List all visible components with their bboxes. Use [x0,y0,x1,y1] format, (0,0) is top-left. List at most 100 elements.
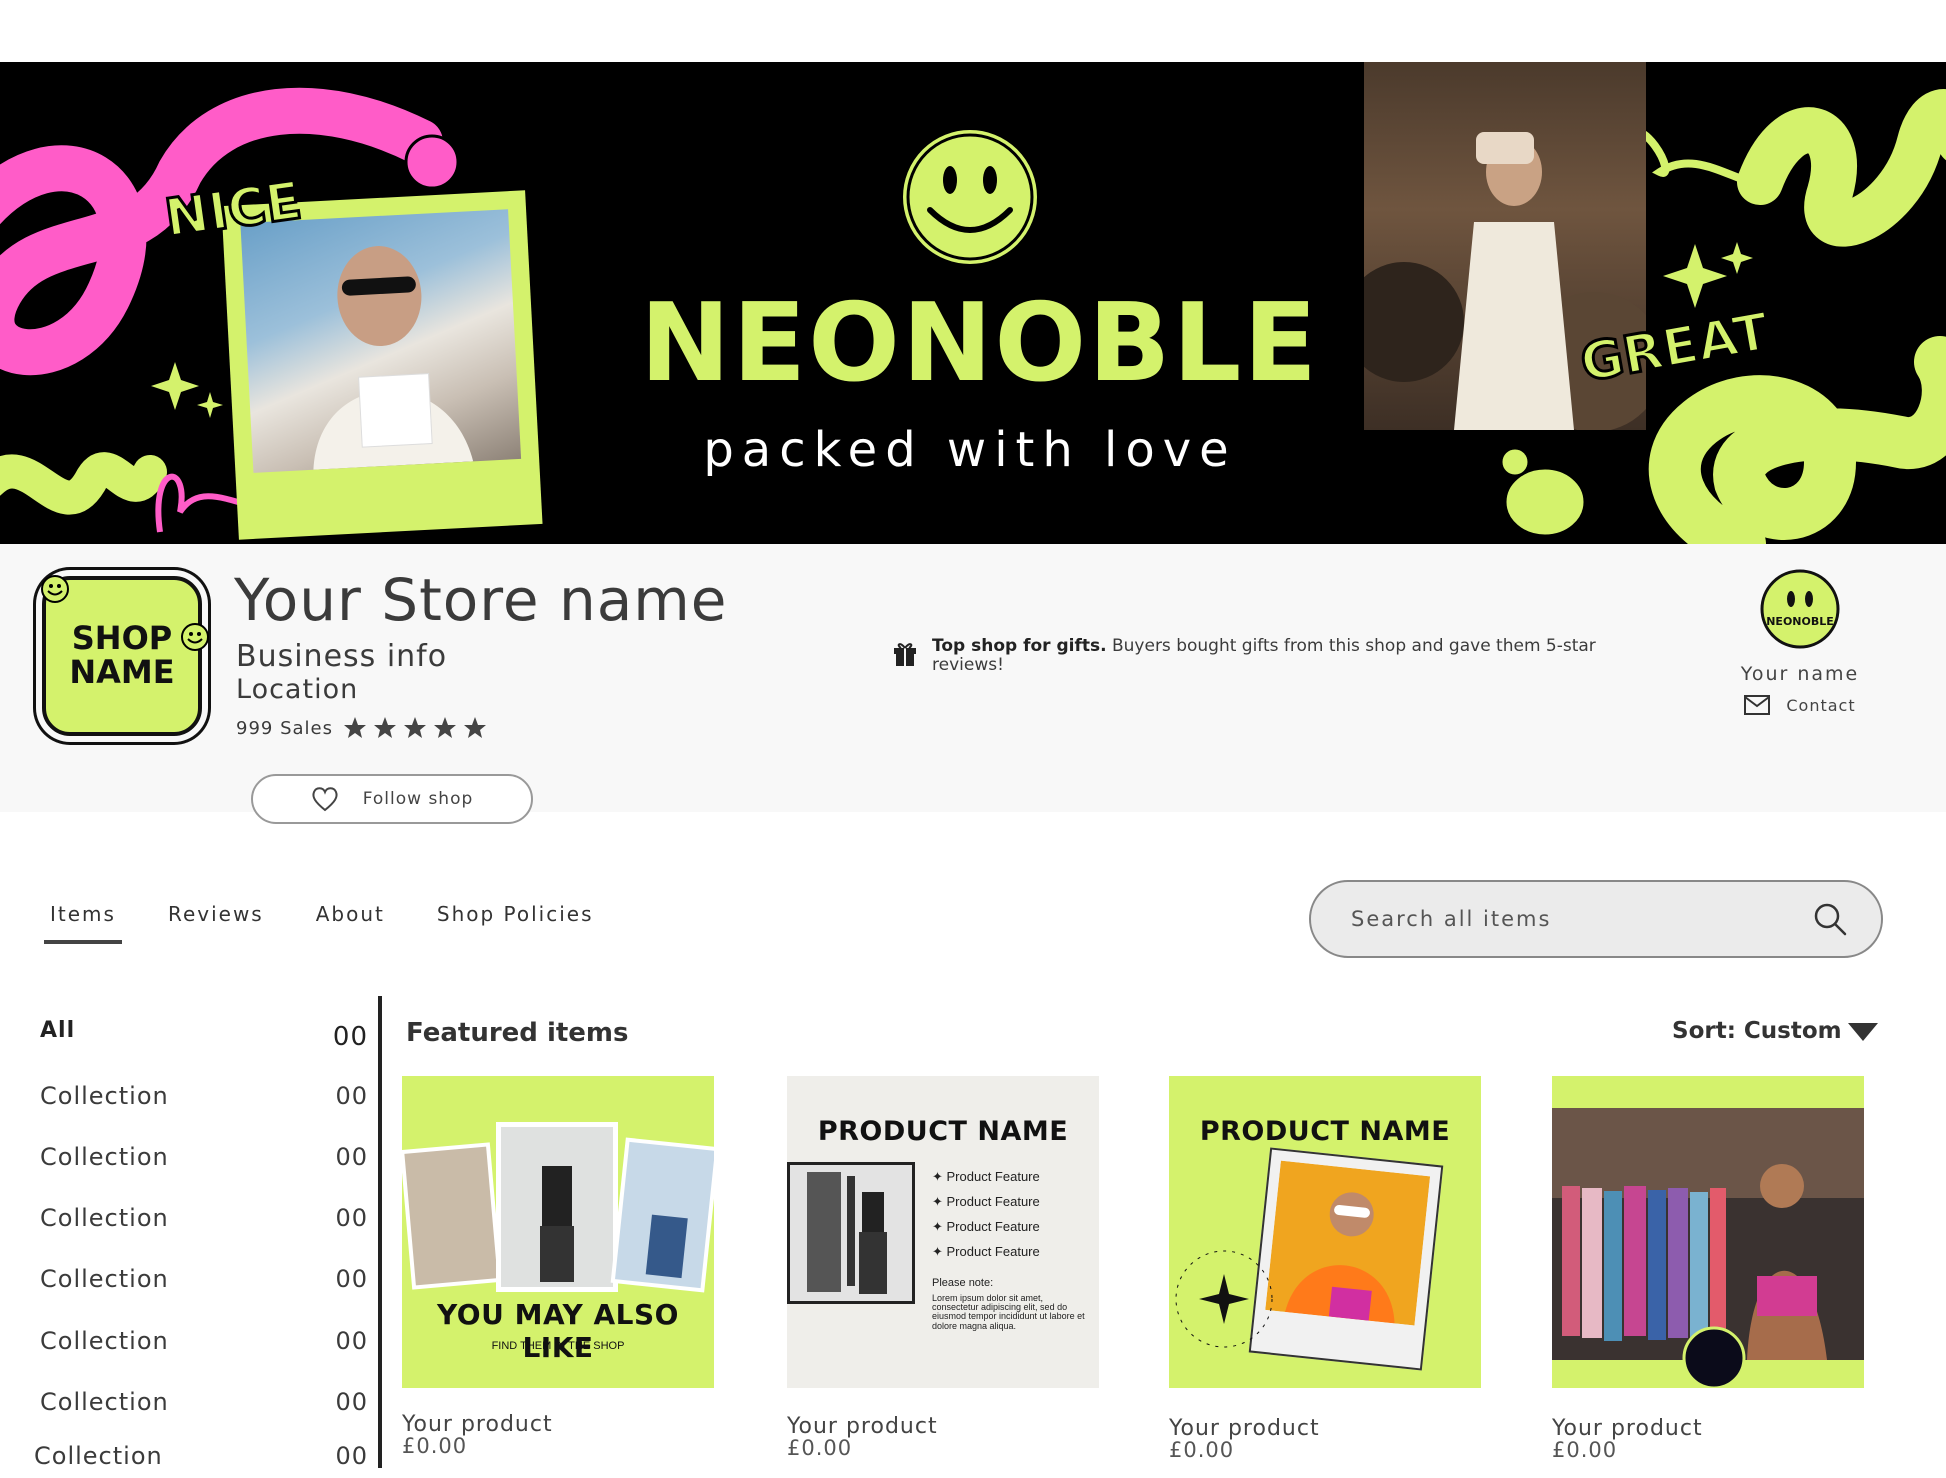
sidebar-item-label: Collection [40,1082,169,1110]
tab-reviews[interactable]: Reviews [162,898,270,944]
sort-dropdown[interactable]: Sort: Custom [1672,1018,1878,1044]
sales-count: 999 Sales [236,717,333,739]
feature-list: ✦ Product Feature ✦ Product Feature ✦ Pr… [932,1164,1040,1264]
owner-avatar[interactable]: NEONOBLE [1760,569,1840,649]
sidebar-item-all[interactable]: All 00 [40,1018,368,1052]
note-title: Please note: [932,1277,994,1289]
sidebar-item-collection[interactable]: Collection 00 [40,1082,368,1110]
product-image[interactable]: PRODUCT NAME ✦ Product Feature ✦ Product… [787,1076,1099,1388]
note-body: Lorem ipsum dolor sit amet, consectetur … [932,1292,1085,1331]
heart-icon [312,787,338,812]
sidebar-item-count: 00 [335,1082,368,1110]
sales-rating: 999 Sales [236,716,487,740]
gift-headline: Top shop for gifts. [932,636,1107,656]
product-title[interactable]: Your product [787,1416,1099,1438]
store-name: Your Store name [234,566,728,634]
search-input[interactable] [1351,907,1771,931]
sidebar-item-label: Collection [40,1204,169,1232]
contact-link[interactable]: Contact [1720,695,1880,715]
product-image[interactable]: PRODUCT NAME [1169,1076,1481,1388]
mail-icon [1744,695,1771,715]
product-card[interactable]: Your product £0.00 [1552,1076,1864,1461]
product-card[interactable]: PRODUCT NAME Your product £0.00 [1169,1076,1481,1461]
tab-items[interactable]: Items [44,898,122,944]
model-photo-left [240,209,522,473]
smiley-sticker-icon [41,575,69,603]
search-bar [1309,880,1883,958]
product-title[interactable]: Your product [1552,1418,1864,1440]
product-title[interactable]: Your product [402,1414,714,1436]
smiley-logo-icon [895,122,1045,272]
sidebar-item-collection[interactable]: Collection 00 [40,1327,368,1355]
follow-label: Follow shop [362,789,474,809]
sidebar-item-count: 00 [335,1388,368,1416]
shop-tabs: Items Reviews About Shop Policies [44,898,640,944]
product-price: £0.00 [787,1436,853,1460]
card-headline: YOU MAY ALSO LIKE [437,1298,679,1364]
product-note: Please note: Lorem ipsum dolor sit amet,… [932,1277,1092,1331]
sidebar-item-collection[interactable]: Collection 00 [40,1204,368,1232]
featured-title: Featured items [406,1018,629,1048]
sort-label: Sort: Custom [1672,1018,1842,1044]
logo-line-2: NAME [69,653,175,691]
shop-banner: NICE GREAT NEONOBLE packed with love [0,62,1946,544]
brand-block: NEONOBLE packed with love [640,122,1320,478]
discount-badge-icon [1175,1250,1273,1348]
sidebar-item-count: 00 [335,1143,368,1171]
star-icon [434,717,456,738]
star-icon [404,717,426,738]
sidebar-item-label: Collection [40,1143,169,1171]
owner-name: Your name [1740,663,1860,685]
star-rating [343,716,487,740]
card-headline: PRODUCT NAME [817,1116,1069,1147]
shop-owner: NEONOBLE Your name Contact [1720,569,1880,715]
store-location: Location [236,674,359,705]
sidebar-divider [378,996,382,1468]
card-subline: FIND THEM IN THE SHOP [491,1340,625,1352]
search-icon[interactable] [1813,902,1847,936]
sidebar-item-label: Collection [40,1327,169,1355]
store-info-panel: SHOP NAME Your Store name Business info L… [0,544,1946,824]
business-info: Business info [236,639,448,674]
feature-item: ✦ Product Feature [932,1219,1040,1234]
product-price: £0.00 [1169,1438,1235,1462]
gift-icon [894,643,916,666]
feature-item: ✦ Product Feature [932,1194,1040,1209]
star-icon [464,717,486,738]
product-price: £0.00 [402,1434,468,1458]
smiley-sticker-icon [181,623,209,651]
brand-tagline: packed with love [703,422,1237,478]
avatar-brand-text: NEONOBLE [1766,615,1834,628]
tab-about[interactable]: About [310,898,391,944]
tab-shop-policies[interactable]: Shop Policies [431,898,600,944]
star-icon [344,717,366,738]
sidebar-item-collection[interactable]: Collection 00 [40,1265,368,1293]
sidebar-item-count: 00 [332,1022,368,1052]
gift-badge: Top shop for gifts. Buyers bought gifts … [892,637,1632,674]
sidebar-item-collection[interactable]: Collection 00 [34,1442,368,1470]
product-title[interactable]: Your product [1169,1418,1481,1440]
product-price: £0.00 [1552,1438,1618,1462]
product-card[interactable]: PRODUCT NAME ✦ Product Feature ✦ Product… [787,1076,1099,1459]
sidebar-item-label: Collection [34,1442,163,1470]
product-image[interactable]: YOU MAY ALSO LIKE FIND THEM IN THE SHOP [402,1076,714,1388]
card-headline: PRODUCT NAME [1199,1116,1451,1147]
sidebar-item-label: Collection [40,1388,169,1416]
sidebar-item-collection[interactable]: Collection 00 [40,1388,368,1416]
sidebar-item-count: 00 [335,1204,368,1232]
collections-sidebar: All 00 Collection 00 Collection 00 Colle… [0,996,382,1478]
star-icon [374,717,396,738]
polaroid-frame-left [221,190,543,540]
sidebar-item-count: 00 [335,1442,368,1470]
feature-item: ✦ Product Feature [932,1169,1040,1184]
follow-shop-button[interactable]: Follow shop [251,774,533,824]
logo-line-1: SHOP [71,619,173,658]
sidebar-item-count: 00 [335,1327,368,1355]
caret-down-icon [1847,1023,1878,1041]
feature-item: ✦ Product Feature [932,1244,1040,1259]
product-image[interactable] [1552,1076,1864,1388]
sidebar-item-collection[interactable]: Collection 00 [40,1143,368,1171]
brand-name: NEONOBLE [640,281,1320,406]
sidebar-item-count: 00 [335,1265,368,1293]
product-card[interactable]: YOU MAY ALSO LIKE FIND THEM IN THE SHOP … [402,1076,714,1457]
